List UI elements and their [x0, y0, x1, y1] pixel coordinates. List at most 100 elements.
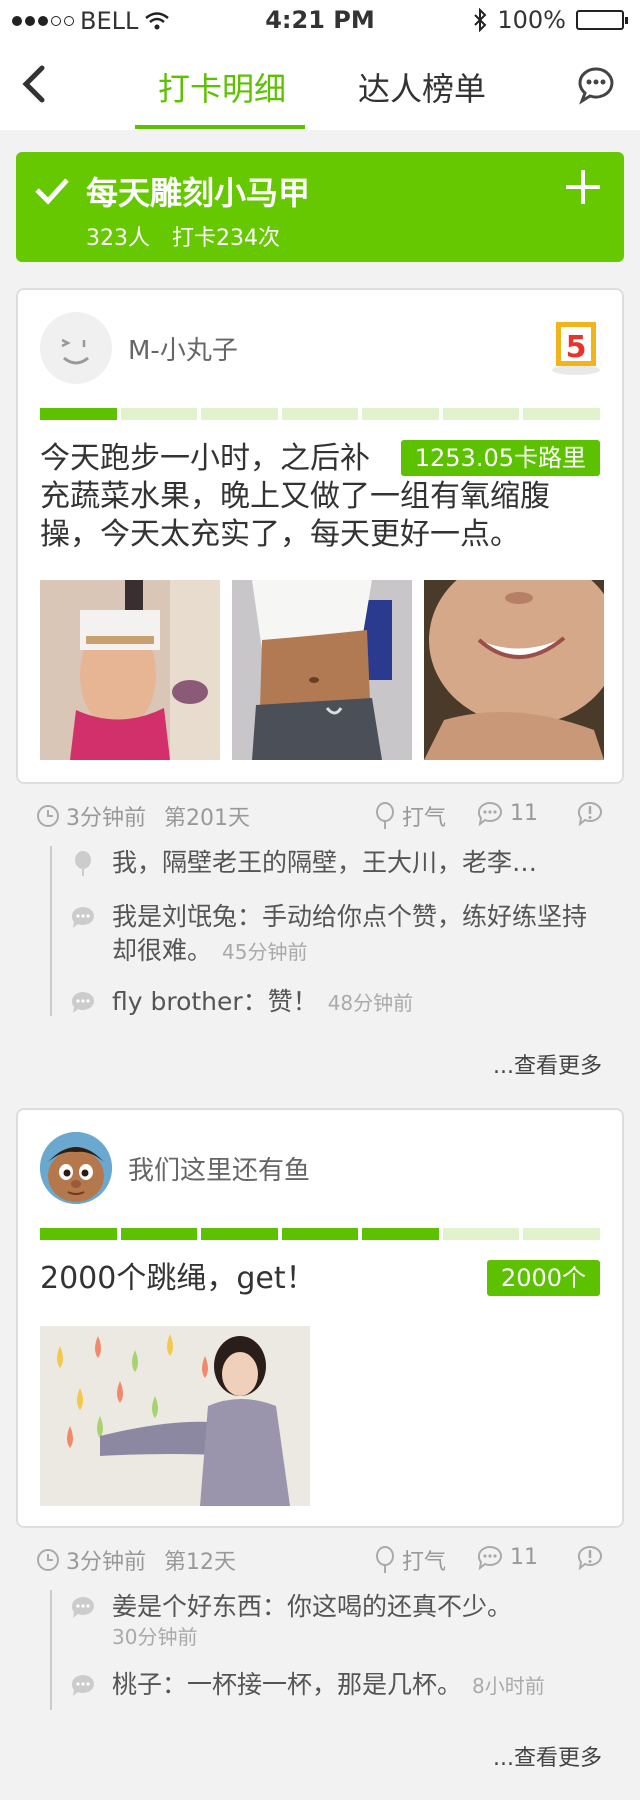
member-count: 323人 — [86, 226, 150, 251]
photo-thumbnail[interactable] — [424, 580, 604, 760]
likes-text[interactable]: 我，隔壁老王的隔壁，王大川，老李… — [112, 848, 537, 877]
status-bar: BELL 4:21 PM 100% — [0, 0, 640, 40]
photo-grid — [40, 580, 604, 760]
progress-segment — [523, 408, 601, 420]
post-card: 我们这里还有鱼 2000个 2000个跳绳，get！ — [16, 1108, 624, 1528]
comment-text: fly brother：赞！ — [112, 987, 318, 1016]
view-more-link[interactable]: ...查看更多 — [493, 1740, 602, 1772]
avatar[interactable] — [40, 312, 112, 384]
post-card: M-小丸子 5 1253.05卡路里 今天跑步一小时，之后补充蔬菜水果，晚上又做… — [16, 288, 624, 784]
progress-segment — [40, 1228, 117, 1240]
tab-leaderboard[interactable]: 达人榜单 — [358, 64, 486, 110]
post-time: 3分钟前 — [66, 806, 146, 831]
comment-text: 姜是个好东西：你这喝的还真不少。 — [112, 1592, 513, 1621]
post-time: 3分钟前 — [66, 1550, 146, 1575]
comment-item[interactable]: 姜是个好东西：你这喝的还真不少。 30分钟前 — [52, 1590, 604, 1650]
progress-segment — [362, 408, 439, 420]
progress-segment — [281, 408, 359, 420]
cartoon-avatar — [40, 1132, 112, 1204]
cheer-button[interactable]: 打气 — [374, 1544, 446, 1576]
battery-icon — [576, 10, 628, 30]
avatar[interactable] — [40, 1132, 112, 1204]
active-tab-indicator — [135, 125, 305, 129]
exclamation-icon — [577, 1546, 602, 1570]
photo-thumbnail[interactable] — [232, 580, 412, 760]
exclamation-icon — [577, 802, 602, 826]
comment-count: 11 — [510, 800, 538, 826]
cheer-label: 打气 — [402, 1550, 447, 1575]
likes-row: 我，隔壁老王的隔壁，王大川，老李… — [52, 846, 604, 894]
checkmark-icon — [35, 178, 69, 205]
progress-bar — [40, 1228, 601, 1240]
progress-segment — [201, 408, 278, 420]
comment-button[interactable]: 11 — [476, 800, 538, 826]
progress-segment — [120, 1228, 198, 1240]
report-button[interactable] — [576, 800, 604, 826]
comment-count: 11 — [510, 1544, 538, 1570]
checkin-count: 打卡234次 — [172, 226, 280, 251]
post-text-block: 1253.05卡路里 今天跑步一小时，之后补充蔬菜水果，晚上又做了一组有氧缩腹操… — [40, 440, 600, 554]
clock-icon — [37, 1549, 59, 1571]
post-text-block: 2000个 2000个跳绳，get！ — [40, 1260, 600, 1298]
comment-item[interactable]: 桃子：一杯接一杯，那是几杯。 8小时前 — [52, 1668, 604, 1703]
progress-segment — [442, 408, 520, 420]
cheer-button[interactable]: 打气 — [374, 800, 446, 832]
progress-segment — [281, 1228, 359, 1240]
username[interactable]: 我们这里还有鱼 — [128, 1150, 310, 1187]
group-stats: 323人 打卡234次 — [86, 220, 280, 252]
comment-time: 45分钟前 — [222, 940, 308, 964]
chat-bubble-icon[interactable] — [574, 62, 618, 106]
comment-time: 8小时前 — [472, 1674, 545, 1698]
tab-checkin-details[interactable]: 打卡明细 — [158, 64, 286, 110]
group-title: 每天雕刻小马甲 — [86, 174, 311, 212]
post-meta: 3分钟前 第201天 打气 11 — [36, 800, 604, 834]
count-tag: 2000个 — [486, 1260, 600, 1296]
comment-list: 姜是个好东西：你这喝的还真不少。 30分钟前 桃子：一杯接一杯，那是几杯。 8小时前 — [50, 1590, 604, 1710]
add-icon[interactable] — [564, 168, 602, 206]
username[interactable]: M-小丸子 — [128, 330, 238, 367]
comment-icon — [71, 1596, 94, 1618]
progress-segment — [40, 408, 117, 420]
report-button[interactable] — [576, 1544, 604, 1570]
default-face-icon — [61, 338, 89, 365]
comment-icon — [71, 1674, 94, 1696]
level-badge-icon: 5 — [552, 322, 600, 375]
comment-icon — [71, 906, 94, 928]
bluetooth-icon — [474, 8, 487, 32]
photo-thumbnail[interactable] — [40, 580, 220, 760]
comment-icon — [477, 1546, 502, 1570]
badge-number: 5 — [566, 330, 587, 365]
comment-icon — [71, 991, 94, 1013]
back-arrow-icon[interactable] — [14, 60, 54, 108]
calorie-tag: 1253.05卡路里 — [400, 440, 600, 476]
comment-list: 我，隔壁老王的隔壁，王大川，老李… 我是刘氓兔：手动给你点个赞，练好练坚持却很难… — [50, 846, 604, 1016]
comment-icon — [477, 802, 502, 826]
post-text: 2000个跳绳，get！ — [40, 1261, 316, 1296]
progress-segment — [523, 1228, 601, 1240]
balloon-icon — [376, 802, 394, 829]
battery-percent: 100% — [497, 6, 566, 34]
comment-text: 我是刘氓兔：手动给你点个赞，练好练坚持却很难。 — [112, 902, 588, 965]
clock-icon — [37, 805, 59, 827]
photo-thumbnail[interactable] — [40, 1326, 310, 1506]
progress-segment — [442, 1228, 520, 1240]
comment-time: 30分钟前 — [112, 1625, 198, 1649]
photo-grid — [40, 1326, 310, 1506]
comment-item[interactable]: 我是刘氓兔：手动给你点个赞，练好练坚持却很难。 45分钟前 — [52, 900, 604, 969]
comment-time: 48分钟前 — [327, 991, 414, 1015]
group-banner[interactable]: 每天雕刻小马甲 323人 打卡234次 — [16, 152, 624, 262]
balloon-icon — [75, 851, 91, 876]
progress-segment — [201, 1228, 278, 1240]
cheer-label: 打气 — [402, 806, 447, 831]
progress-bar — [40, 408, 601, 420]
progress-segment — [120, 408, 198, 420]
post-meta: 3分钟前 第12天 打气 11 — [36, 1544, 604, 1578]
view-more-link[interactable]: ...查看更多 — [493, 1048, 602, 1080]
comment-item[interactable]: fly brother：赞！ 48分钟前 — [52, 985, 604, 1020]
balloon-icon — [376, 1546, 394, 1573]
checkin-day: 第12天 — [164, 1550, 236, 1575]
top-nav: 打卡明细 达人榜单 — [0, 40, 640, 130]
comment-text: 桃子：一杯接一杯，那是几杯。 — [112, 1670, 463, 1699]
comment-button[interactable]: 11 — [476, 1544, 538, 1570]
checkin-day: 第201天 — [164, 806, 250, 831]
